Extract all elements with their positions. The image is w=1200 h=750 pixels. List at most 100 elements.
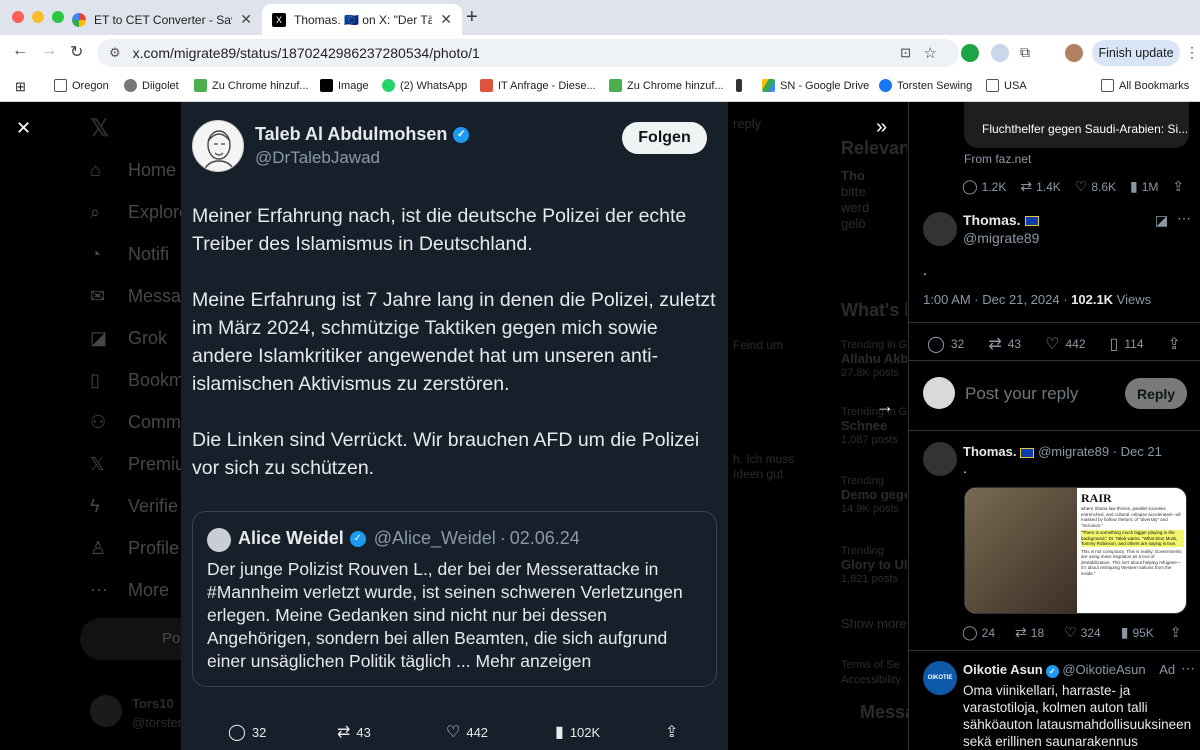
share-action[interactable]: ⇪ [665, 722, 684, 742]
reply-composer: Post your reply Reply [923, 377, 1193, 417]
views-action[interactable]: ▮ 1M [1130, 178, 1158, 195]
share-action[interactable]: ⇪ [1168, 334, 1187, 354]
bookmark-zu-chrome-2[interactable]: Zu Chrome hinzuf... [609, 79, 724, 92]
reply-image[interactable]: RAIR where Sharia law thrives, parallel … [964, 487, 1187, 614]
tab-title: ET to CET Converter - Savvy [94, 12, 232, 27]
author-handle[interactable]: @migrate89 [963, 230, 1039, 246]
author-name[interactable]: Thomas. [963, 212, 1039, 228]
repost-action[interactable]: ⇄ 18 [1015, 624, 1044, 641]
views-action[interactable]: ▮ 95K [1121, 624, 1154, 641]
extension-privacy-icon[interactable] [991, 44, 1009, 62]
share-action[interactable]: ⇪ [1172, 178, 1188, 195]
extension-check-icon[interactable] [961, 44, 979, 62]
app-icon [480, 79, 493, 92]
bookmark-it-anfrage[interactable]: IT Anfrage - Diese... [480, 79, 596, 92]
reply-button[interactable]: Reply [1125, 378, 1187, 409]
ad-avatar[interactable]: OIKOTIE [923, 661, 957, 695]
repost-action[interactable]: ⇄ 43 [337, 722, 371, 742]
install-app-icon[interactable]: ⊡ [900, 45, 911, 61]
reply-bubble-icon: ◯ [927, 336, 945, 353]
reply-action[interactable]: ◯ 32 [927, 334, 964, 354]
repost-action[interactable]: ⇄ 1.4K [1020, 178, 1060, 195]
repost-action[interactable]: ⇄ 43 [988, 334, 1021, 354]
extension-icon [194, 79, 207, 92]
new-tab-button[interactable]: + [466, 6, 478, 29]
bookmark-all-bookmarks[interactable]: All Bookmarks [1101, 79, 1189, 92]
my-avatar[interactable] [923, 377, 955, 409]
eu-flag-icon [1020, 447, 1035, 458]
ad-author[interactable]: Oikotie Asun ✓ @OikotieAsun Ad [963, 662, 1175, 678]
x-icon [320, 79, 333, 92]
heart-icon: ♡ [446, 724, 461, 741]
quote-author-avatar [207, 528, 231, 552]
reload-icon[interactable]: ↻ [70, 42, 83, 62]
link-source[interactable]: From faz.net [964, 152, 1031, 166]
apps-grid-icon[interactable]: ⊞ [15, 79, 26, 95]
like-action[interactable]: ♡ 8.6K [1075, 178, 1116, 195]
collapse-panel-icon[interactable]: » [876, 116, 887, 139]
omnibox[interactable]: ⚙ x.com/migrate89/status/187024298623728… [97, 39, 959, 67]
close-tab-icon[interactable]: ✕ [440, 11, 452, 28]
article-snippet: RAIR where Sharia law thrives, parallel … [1077, 488, 1186, 613]
bookmark-torsten-sewing[interactable]: Torsten Sewing [879, 79, 972, 92]
bookmark-action[interactable]: ▯ 114 [1110, 334, 1144, 354]
close-window-button[interactable] [12, 11, 24, 23]
close-icon[interactable]: ✕ [16, 118, 31, 139]
eu-flag-icon [1024, 216, 1039, 227]
link-card-image[interactable]: Fluchthelfer gegen Saudi-Arabien: Si... [964, 102, 1189, 148]
bookmark-usa[interactable]: USA [986, 79, 1027, 92]
back-icon[interactable]: ← [12, 42, 28, 60]
heart-icon: ♡ [1064, 624, 1077, 640]
bookmark-diigolet[interactable]: Diigolet [124, 79, 179, 92]
reply-action[interactable]: ◯ 1.2K [962, 178, 1006, 195]
bookmark-star-icon[interactable]: ☆ [924, 44, 937, 62]
browser-menu-icon[interactable]: ⋮ [1185, 44, 1199, 61]
divider [909, 360, 1200, 361]
globe-icon [124, 79, 137, 92]
grok-icon[interactable]: ◪ [1155, 212, 1168, 229]
bookmark-google-drive[interactable]: SN - Google Drive [762, 79, 869, 92]
reply-bubble-icon: ◯ [228, 724, 246, 741]
bookmark-zu-chrome-1[interactable]: Zu Chrome hinzuf... [194, 79, 309, 92]
forward-icon[interactable]: → [41, 42, 57, 60]
author-name: Taleb Al Abdulmohsen ✓ [255, 124, 470, 145]
share-action[interactable]: ⇪ [1170, 624, 1186, 641]
quoted-tweet: Alice Weidel ✓ @Alice_Weidel · 02.06.24 … [192, 511, 717, 687]
share-icon: ⇪ [665, 724, 679, 741]
reply-author-avatar[interactable] [923, 442, 957, 476]
next-image-arrow-icon[interactable]: → [876, 396, 894, 417]
follow-button: Folgen [622, 122, 707, 154]
more-options-icon[interactable]: ⋯ [1181, 660, 1195, 677]
like-action[interactable]: ♡ 324 [1064, 624, 1101, 641]
author-avatar[interactable] [923, 212, 957, 246]
post-timestamp: 1:00 AM · Dec 21, 2024 · 102.1K Views [923, 292, 1152, 307]
extensions-puzzle-icon[interactable]: ⧉ [1020, 44, 1038, 62]
reply-input[interactable]: Post your reply [965, 384, 1078, 404]
heart-icon: ♡ [1074, 178, 1088, 194]
reply-author[interactable]: Thomas. @migrate89 · Dec 21 [963, 444, 1162, 459]
tab-et-cet-converter[interactable]: ET to CET Converter - Savvy ✕ [62, 4, 262, 35]
site-settings-icon[interactable]: ⚙ [109, 45, 121, 61]
close-tab-icon[interactable]: ✕ [240, 11, 252, 28]
reply-action[interactable]: ◯ 24 [962, 624, 995, 641]
like-action[interactable]: ♡ 442 [446, 722, 488, 742]
like-action[interactable]: ♡ 442 [1045, 334, 1085, 354]
bookmark-image[interactable]: Image [320, 79, 369, 92]
reply-bubble-icon: ◯ [962, 624, 978, 640]
bookmark-oregon[interactable]: Oregon [54, 79, 109, 92]
drive-icon [762, 79, 775, 92]
finish-update-button[interactable]: Finish update [1092, 40, 1180, 66]
profile-avatar[interactable] [1065, 44, 1083, 62]
tweet-paragraph: Die Linken sind Verrückt. Wir brauchen A… [192, 429, 700, 479]
more-options-icon[interactable]: ⋯ [1177, 210, 1191, 227]
reply-action[interactable]: ◯ 32 [228, 722, 266, 742]
url-text[interactable]: x.com/migrate89/status/18702429862372805… [133, 45, 480, 61]
folder-icon [1101, 79, 1114, 92]
bookmark-whatsapp[interactable]: (2) WhatsApp [382, 79, 467, 92]
quote-text: Der junge Polizist Rouven L., der bei de… [207, 559, 683, 671]
author-handle: @DrTalebJawad [255, 148, 380, 167]
views-action[interactable]: ▮ 102K [555, 722, 600, 742]
bookmark-unnamed[interactable] [736, 79, 747, 92]
minimize-window-button[interactable] [32, 11, 44, 23]
tab-x-post[interactable]: X Thomas. 🇪🇺 on X: "Der Täter ✕ [262, 4, 462, 35]
